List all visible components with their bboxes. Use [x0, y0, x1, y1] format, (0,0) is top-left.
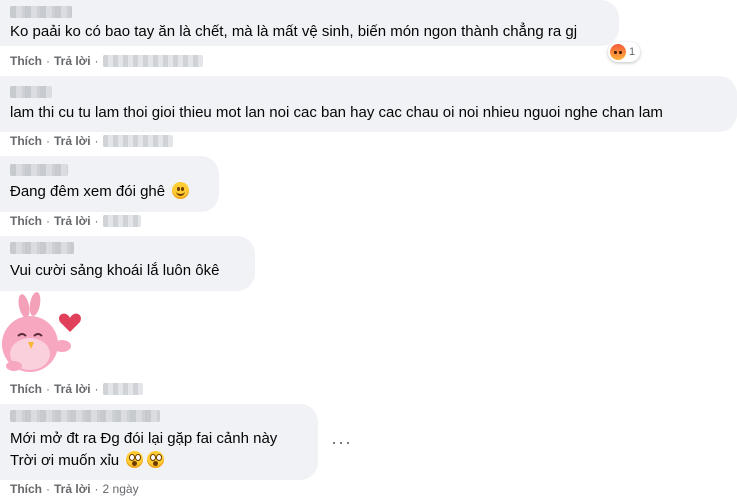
astonished-face-icon	[126, 451, 144, 468]
separator: ·	[94, 214, 99, 228]
reply-button[interactable]: Trả lời	[54, 381, 91, 397]
author-name-redacted[interactable]	[10, 164, 68, 176]
slightly-smiling-face-icon	[172, 182, 190, 199]
comment-actions: Thích · Trả lời ·	[10, 133, 173, 149]
comment-bubble: Ko paải ko có bao tay ăn là chết, mà là …	[0, 0, 619, 46]
comment-text: lam thi cu tu lam thoi gioi thieu mot la…	[10, 104, 663, 121]
timestamp-redacted[interactable]	[102, 215, 141, 227]
separator: ·	[46, 214, 50, 228]
comment-text: Ko paải ko có bao tay ăn là chết, mà là …	[10, 23, 578, 40]
comment-actions: Thích · Trả lời ·	[10, 53, 203, 69]
reply-button[interactable]: Trả lời	[54, 53, 91, 69]
like-button[interactable]: Thích	[10, 133, 42, 149]
more-options-button[interactable]: ···	[331, 432, 352, 453]
reaction-badge[interactable]: 1	[608, 42, 641, 62]
separator: ·	[46, 54, 50, 68]
astonished-face-icon	[147, 451, 165, 468]
reaction-count: 1	[629, 46, 636, 58]
separator: ·	[46, 482, 50, 496]
separator: ·	[46, 382, 50, 396]
timestamp[interactable]: 2 ngày	[103, 481, 139, 497]
author-name-redacted[interactable]	[10, 242, 74, 254]
comment-bubble: Vui cười sảng khoái lắ luôn ôkê	[0, 236, 255, 291]
comment-text-line-1: Mới mở đt ra Đg đói lại gặp fai cảnh này	[10, 430, 278, 447]
comment-actions: Thích · Trả lời · 2 ngày	[10, 481, 139, 497]
reply-button[interactable]: Trả lời	[54, 213, 91, 229]
separator: ·	[94, 482, 99, 496]
like-button[interactable]: Thích	[10, 53, 42, 69]
timestamp-redacted[interactable]	[102, 135, 173, 147]
angry-reaction-icon	[610, 44, 626, 60]
like-button[interactable]: Thích	[10, 381, 42, 397]
comment-text: Vui cười sảng khoái lắ luôn ôkê	[10, 262, 220, 279]
reply-button[interactable]: Trả lời	[54, 133, 91, 149]
pink-bird-heart-sticker	[2, 292, 81, 372]
separator: ·	[94, 382, 99, 396]
separator: ·	[46, 134, 50, 148]
reply-button[interactable]: Trả lời	[54, 481, 91, 497]
timestamp-redacted[interactable]	[102, 383, 143, 395]
comment-text: Đang đêm xem đói ghê	[10, 181, 190, 203]
comment-bubble: Đang đêm xem đói ghê	[0, 156, 219, 212]
author-name-redacted[interactable]	[10, 86, 52, 98]
author-name-redacted[interactable]	[10, 410, 160, 422]
comment-actions: Thích · Trả lời ·	[10, 381, 143, 397]
comment-bubble: Mới mở đt ra Đg đói lại gặp fai cảnh này…	[0, 404, 318, 480]
comment-bubble: lam thi cu tu lam thoi gioi thieu mot la…	[0, 76, 737, 132]
timestamp-redacted[interactable]	[102, 55, 203, 67]
separator: ·	[94, 54, 99, 68]
comment-actions: Thích · Trả lời ·	[10, 213, 141, 229]
comment-text-line-2: Trời ơi muốn xỉu	[10, 450, 165, 472]
comment-text-content: Đang đêm xem đói ghê	[10, 183, 166, 200]
like-button[interactable]: Thích	[10, 213, 42, 229]
like-button[interactable]: Thích	[10, 481, 42, 497]
comment-text-content: Trời ơi muốn xỉu	[10, 452, 120, 469]
separator: ·	[94, 134, 99, 148]
author-name-redacted[interactable]	[10, 6, 72, 18]
